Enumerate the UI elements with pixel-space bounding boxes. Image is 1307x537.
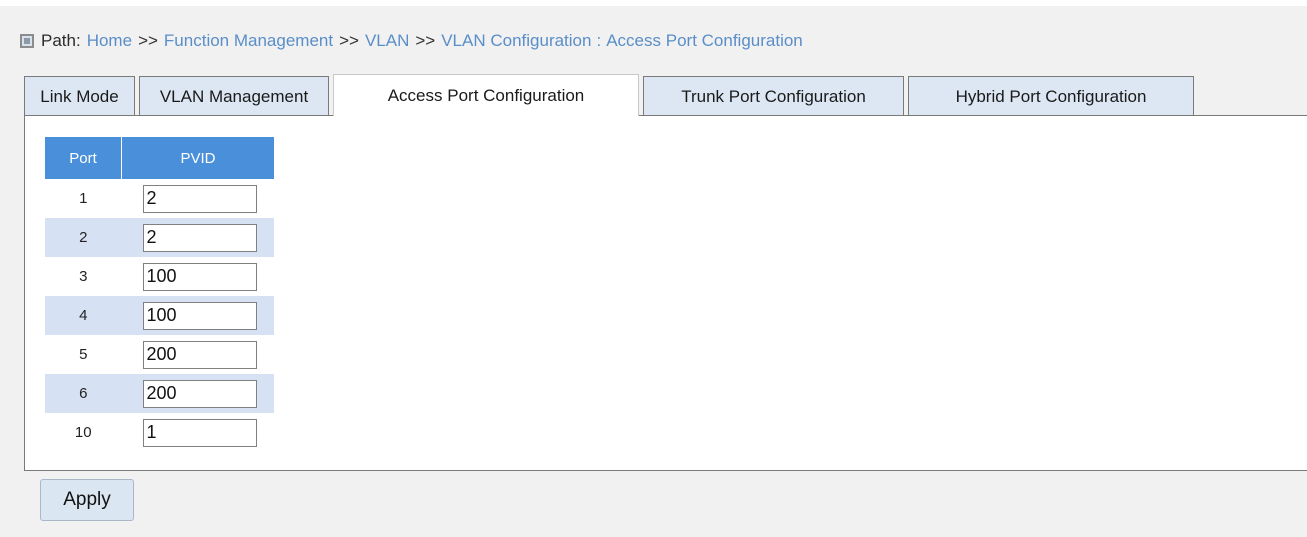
access-port-table: Port PVID 1 2 3 4 5 (45, 137, 274, 452)
breadcrumb-home[interactable]: Home (87, 31, 132, 51)
table-row: 3 (45, 257, 274, 296)
tab-vlan-management[interactable]: VLAN Management (139, 76, 329, 116)
top-strip (0, 0, 1307, 6)
port-column-header: Port (45, 137, 122, 179)
apply-button[interactable]: Apply (40, 479, 134, 521)
table-row: 5 (45, 335, 274, 374)
table-row: 6 (45, 374, 274, 413)
pvid-input[interactable] (142, 262, 257, 291)
breadcrumb-function-management[interactable]: Function Management (164, 31, 333, 51)
path-square-icon (20, 34, 34, 48)
port-number: 3 (45, 257, 122, 296)
table-row: 2 (45, 218, 274, 257)
pvid-input[interactable] (142, 418, 257, 447)
pvid-cell (121, 296, 274, 335)
pvid-input[interactable] (142, 184, 257, 213)
pvid-cell (121, 335, 274, 374)
pvid-input[interactable] (142, 301, 257, 330)
port-number: 4 (45, 296, 122, 335)
port-number: 6 (45, 374, 122, 413)
pvid-cell (121, 257, 274, 296)
tab-trunk-port-configuration[interactable]: Trunk Port Configuration (643, 76, 904, 116)
path-label: Path: (41, 31, 81, 50)
breadcrumb-vlan[interactable]: VLAN (365, 31, 409, 51)
pvid-cell (121, 374, 274, 413)
tab-content-panel: Port PVID 1 2 3 4 5 (24, 115, 1307, 471)
port-number: 10 (45, 413, 122, 452)
pvid-cell (121, 218, 274, 257)
breadcrumb-colon: : (596, 31, 602, 50)
breadcrumb-separator: >> (415, 31, 436, 50)
pvid-input[interactable] (142, 379, 257, 408)
pvid-input[interactable] (142, 223, 257, 252)
breadcrumb-separator: >> (138, 31, 158, 50)
tab-hybrid-port-configuration[interactable]: Hybrid Port Configuration (908, 76, 1194, 116)
table-row: 10 (45, 413, 274, 452)
pvid-input[interactable] (142, 340, 257, 369)
pvid-cell (121, 413, 274, 452)
tab-bar: Link Mode VLAN Management Access Port Co… (24, 74, 1198, 116)
table-header-row: Port PVID (45, 137, 274, 179)
breadcrumb-separator: >> (339, 31, 359, 50)
tab-link-mode[interactable]: Link Mode (24, 76, 135, 116)
table-row: 4 (45, 296, 274, 335)
port-number: 1 (45, 179, 122, 218)
port-number: 2 (45, 218, 122, 257)
tab-access-port-configuration[interactable]: Access Port Configuration (333, 74, 639, 116)
breadcrumb-vlan-configuration[interactable]: VLAN Configuration (441, 31, 591, 51)
table-row: 1 (45, 179, 274, 218)
pvid-cell (121, 179, 274, 218)
breadcrumb: Path: Home >> Function Management >> VLA… (20, 26, 803, 56)
pvid-column-header: PVID (121, 137, 274, 179)
breadcrumb-current: Access Port Configuration (606, 31, 803, 50)
port-number: 5 (45, 335, 122, 374)
